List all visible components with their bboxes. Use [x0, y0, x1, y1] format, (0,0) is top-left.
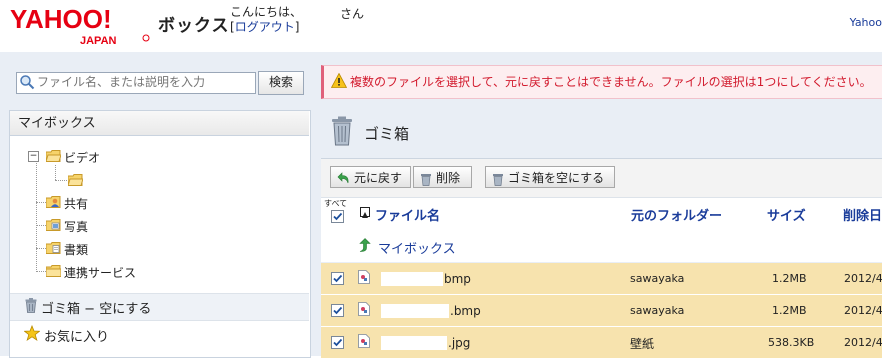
empty-trash-link[interactable]: 空にする [99, 302, 151, 317]
delete-label: 削除 [436, 171, 461, 185]
redacted-filename [381, 272, 443, 286]
tree-line [36, 248, 46, 249]
deleted-date: 2012/4/ [844, 304, 882, 317]
deleted-date: 2012/4/ [844, 272, 882, 285]
sort-up-icon[interactable] [360, 207, 370, 218]
trash-label[interactable]: ゴミ箱 [41, 302, 80, 317]
restore-arrow-icon [336, 170, 350, 184]
sidebar-item-documents[interactable]: 書類 [64, 241, 88, 258]
folder-icon [45, 265, 62, 277]
empty-trash-button[interactable]: ゴミ箱を空にする [485, 166, 615, 188]
file-name[interactable]: bmp [444, 272, 471, 286]
bracket-close: ] [294, 20, 300, 34]
column-header-original-folder[interactable]: 元のフォルダー [631, 205, 722, 224]
search-icon [19, 74, 35, 90]
photo-folder-icon [45, 219, 61, 231]
folder-open-icon[interactable] [67, 174, 84, 186]
file-size: 1.2MB [772, 272, 807, 285]
empty-trash-label: ゴミ箱を空にする [508, 171, 605, 185]
yahoo-japan-logo[interactable]: YAHOO! JAPAN [8, 4, 153, 48]
tree-line [36, 202, 46, 203]
file-name[interactable]: .jpg [448, 336, 470, 350]
parent-folder-link[interactable]: マイボックス [378, 238, 456, 257]
star-icon [23, 324, 41, 341]
alert-message: 複数のファイルを選択して、元に戻すことはできません。ファイルの選択は1つにしてく… [350, 75, 872, 89]
tree-collapse-toggle[interactable]: − [28, 151, 39, 162]
trash-separator: − [80, 302, 100, 317]
greeting: こんにちは、 [ログアウト] [230, 5, 302, 35]
original-folder: sawayaka [630, 272, 685, 285]
warning-icon [330, 72, 348, 88]
folder-open-icon [45, 150, 62, 162]
sidebar-title: マイボックス [10, 111, 309, 136]
logo-sub-text: JAPAN [80, 35, 117, 47]
image-file-icon [358, 302, 370, 316]
search-button[interactable]: 検索 [258, 71, 304, 95]
image-file-icon [358, 334, 370, 348]
row-checkbox[interactable] [331, 304, 344, 317]
redacted-filename [381, 336, 447, 350]
page-title: ゴミ箱 [364, 125, 410, 143]
sidebar-item-photos[interactable]: 写真 [64, 218, 88, 235]
select-all-checkbox[interactable] [331, 210, 344, 223]
delete-button[interactable]: 削除 [413, 166, 472, 188]
select-all-label: すべて [324, 199, 348, 208]
tree-line [36, 225, 46, 226]
trash-icon [331, 116, 353, 146]
user-suffix: さん [340, 7, 365, 21]
image-file-icon [358, 270, 370, 284]
up-arrow-icon [359, 238, 371, 252]
yahoo-top-link[interactable]: Yahoo [850, 16, 882, 29]
search-input[interactable] [37, 74, 252, 90]
column-header-name[interactable]: ファイル名 [375, 205, 440, 224]
trash-icon [421, 171, 431, 186]
shared-folder-icon [45, 196, 61, 208]
sidebar-item-linked-services[interactable]: 連携サービス [64, 264, 136, 281]
restore-button[interactable]: 元に戻す [330, 166, 411, 188]
tree-line [36, 160, 37, 272]
document-folder-icon [45, 242, 61, 254]
row-checkbox[interactable] [331, 336, 344, 349]
sidebar-item-shared[interactable]: 共有 [64, 195, 88, 212]
original-folder: sawayaka [630, 304, 685, 317]
tree-line [55, 165, 56, 180]
redacted-filename [381, 304, 449, 318]
greeting-text: こんにちは、 [230, 5, 303, 19]
file-name[interactable]: .bmp [450, 304, 481, 318]
logo-main-text: YAHOO! [10, 4, 112, 34]
restore-label: 元に戻す [354, 171, 403, 185]
logout-link[interactable]: ログアウト [235, 20, 295, 34]
service-name: ボックス [158, 16, 230, 36]
column-header-deleted[interactable]: 削除日 [843, 205, 882, 224]
sidebar-item-video[interactable]: ビデオ [64, 149, 100, 166]
original-folder: 壁紙 [630, 337, 655, 351]
favorites-label: お気に入り [44, 330, 110, 345]
deleted-date: 2012/4/ [844, 336, 882, 349]
trash-icon [25, 298, 37, 313]
tree-line [36, 271, 46, 272]
tree-line [55, 180, 67, 181]
column-header-size[interactable]: サイズ [767, 205, 806, 224]
trash-icon [493, 171, 503, 186]
file-size: 1.2MB [772, 304, 807, 317]
row-checkbox[interactable] [331, 272, 344, 285]
file-size: 538.3KB [768, 336, 815, 349]
